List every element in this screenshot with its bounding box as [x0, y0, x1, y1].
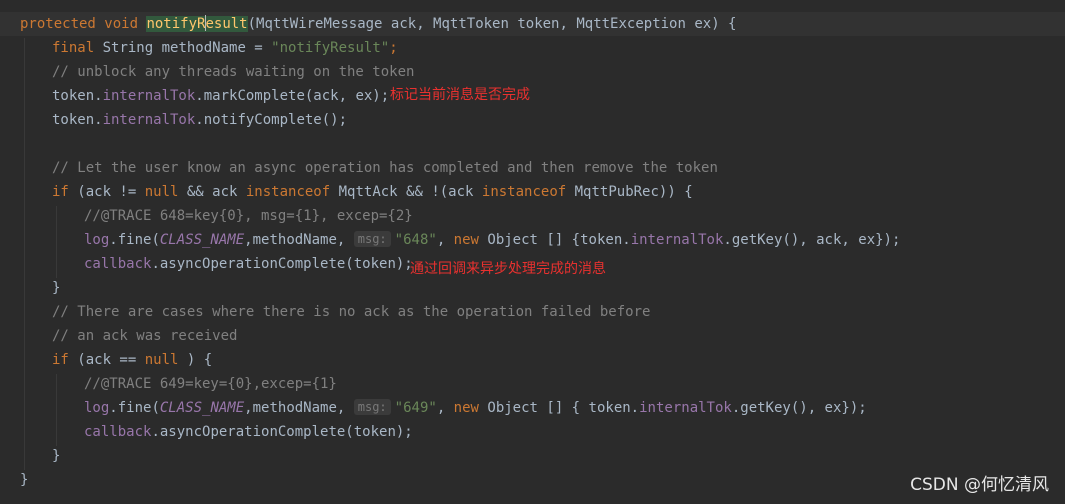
field: log [84, 232, 110, 248]
field: callback [84, 424, 152, 440]
code-text: (ack != [68, 184, 145, 200]
code-line-18[interactable]: callback.asyncOperationComplete(token); [84, 420, 413, 444]
parameter-hint: msg: [353, 399, 391, 415]
watermark: CSDN @何忆清风 [910, 475, 1049, 495]
code-text: && ack [178, 184, 246, 200]
code-line-20[interactable]: } [20, 468, 28, 492]
semicolon: ; [389, 40, 398, 56]
code-line-3[interactable]: // unblock any threads waiting on the to… [52, 60, 414, 84]
code-editor[interactable]: protected void notifyResult(MqttWireMess… [0, 0, 1065, 504]
field: log [84, 400, 110, 416]
code-text: ,methodName, [244, 400, 354, 416]
code-text: (ack == [68, 352, 145, 368]
keyword: if [52, 352, 69, 368]
keyword: null [144, 184, 179, 200]
string-literal: "notifyResult" [271, 40, 390, 56]
code-text: , [436, 232, 454, 248]
code-text: .getKey(), ack, ex}); [723, 232, 901, 248]
field: internalTok [102, 112, 196, 128]
keyword: if [52, 184, 69, 200]
code-text: .fine( [109, 400, 160, 416]
keyword: void [104, 16, 139, 32]
code-line-15[interactable]: if (ack == null ) { [52, 348, 212, 372]
keyword: new [453, 400, 479, 416]
string-literal: "649" [394, 400, 437, 416]
keyword: instanceof [245, 184, 331, 200]
constant: CLASS_NAME [159, 232, 245, 248]
annotation-mark-complete: 标记当前消息是否完成 [390, 87, 530, 103]
constant: CLASS_NAME [159, 400, 245, 416]
indent-guide [24, 38, 25, 470]
keyword: instanceof [481, 184, 567, 200]
indent-guide [56, 206, 57, 278]
field: internalTok [630, 232, 724, 248]
code-text: .asyncOperationComplete(token); [151, 424, 413, 440]
code-text: MqttPubRec)) { [566, 184, 693, 200]
code-line-1[interactable]: protected void notifyResult(MqttWireMess… [20, 12, 737, 36]
code-line-14[interactable]: // an ack was received [52, 324, 237, 348]
annotation-async-complete: 通过回调来异步处理完成的消息 [410, 261, 606, 277]
code-text: ,methodName, [244, 232, 354, 248]
code-text: Object [] { token. [478, 400, 640, 416]
code-line-7[interactable]: // Let the user know an async operation … [52, 156, 718, 180]
keyword: null [144, 352, 179, 368]
code-line-4[interactable]: token.internalTok.markComplete(ack, ex); [52, 84, 389, 108]
keyword: final [52, 40, 95, 56]
code-text: , [436, 400, 454, 416]
code-text: .getKey(), ex}); [731, 400, 867, 416]
code-line-9[interactable]: //@TRACE 648=key{0}, msg={1}, excep={2} [84, 204, 413, 228]
code-text: String methodName = [94, 40, 272, 56]
method-name: notifyResult [146, 15, 248, 32]
code-text: MqttAck && !(ack [330, 184, 482, 200]
code-line-11[interactable]: callback.asyncOperationComplete(token); [84, 252, 413, 276]
code-text: Object [] {token. [478, 232, 631, 248]
keyword: protected [20, 16, 96, 32]
code-text: token. [52, 112, 103, 128]
field: internalTok [102, 88, 196, 104]
code-line-2[interactable]: final String methodName = "notifyResult"… [52, 36, 398, 60]
code-line-8[interactable]: if (ack != null && ack instanceof MqttAc… [52, 180, 693, 204]
string-literal: "648" [394, 232, 437, 248]
field: callback [84, 256, 152, 272]
field: internalTok [639, 400, 732, 416]
keyword: new [453, 232, 479, 248]
code-line-5[interactable]: token.internalTok.notifyComplete(); [52, 108, 347, 132]
code-line-17[interactable]: log.fine(CLASS_NAME,methodName, msg: "649… [84, 396, 867, 420]
indent-guide [56, 374, 57, 446]
code-text: .fine( [109, 232, 160, 248]
code-text: .asyncOperationComplete(token); [151, 256, 413, 272]
code-line-13[interactable]: // There are cases where there is no ack… [52, 300, 650, 324]
params: (MqttWireMessage ack, MqttToken token, M… [247, 16, 737, 32]
code-text: token. [52, 88, 103, 104]
code-text: ) { [178, 352, 213, 368]
code-line-12[interactable]: } [52, 276, 60, 300]
code-text: .markComplete(ack, ex); [195, 88, 390, 104]
code-line-10[interactable]: log.fine(CLASS_NAME,methodName, msg: "648… [84, 228, 900, 252]
code-line-16[interactable]: //@TRACE 649=key={0},excep={1} [84, 372, 337, 396]
code-text: .notifyComplete(); [195, 112, 348, 128]
parameter-hint: msg: [353, 231, 391, 247]
code-line-19[interactable]: } [52, 444, 60, 468]
